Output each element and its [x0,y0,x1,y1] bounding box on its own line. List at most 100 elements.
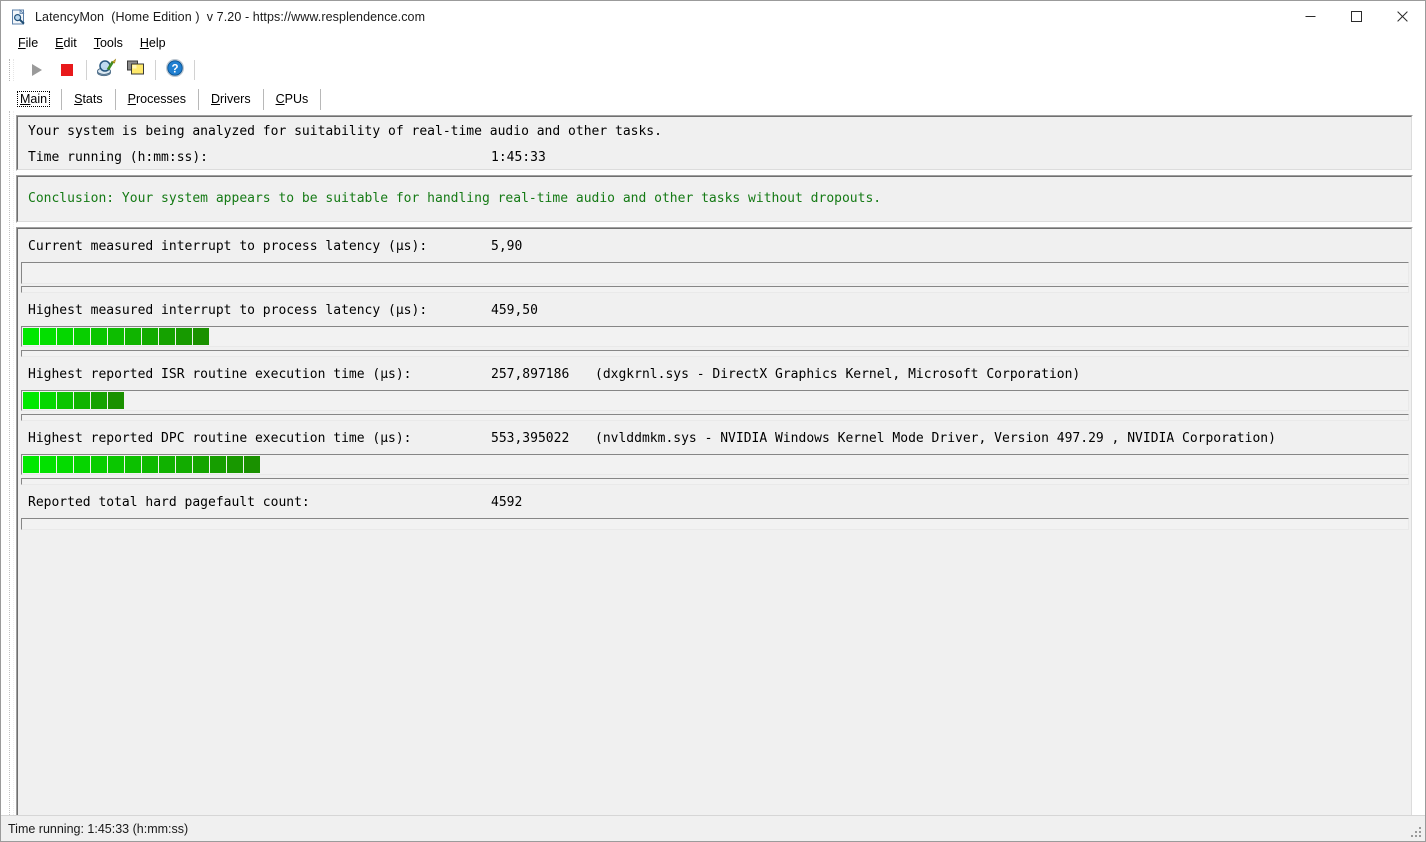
progress-segment [40,456,56,473]
menu-rest-tools: ools [99,35,123,50]
metric-bar-fill-3 [23,456,260,473]
menu-item-tools[interactable]: Tools [88,35,132,51]
metric-label-2: Highest reported ISR routine execution t… [28,367,412,382]
progress-segment [57,392,73,409]
menu-rest-edit: dit [63,35,77,50]
tab-rest-main: ain [30,92,48,106]
analysis-text: Your system is being analyzed for suitab… [28,124,662,139]
menu-accel-help: H [139,35,149,50]
progress-segment [40,328,56,345]
copy-windows-icon [126,58,146,81]
menu-accel-edit: E [55,35,64,50]
metric-detail-2: (dxgkrnl.sys - DirectX Graphics Kernel, … [595,367,1081,382]
metric-bar-fill-1 [23,328,209,345]
tab-cpus[interactable]: CPUs [263,89,322,111]
progress-segment [74,328,90,345]
progress-segment [74,392,90,409]
metric-label-3: Highest reported DPC routine execution t… [28,431,412,446]
content-left-grip [9,111,14,815]
tab-accel-cpus: C [275,92,285,106]
progress-segment [193,456,209,473]
toolbar: ? [1,54,1425,85]
progress-segment [23,328,39,345]
report-button[interactable] [91,57,121,83]
metric-value-2: 257,897186 [491,367,570,382]
metric-bar-2-underline [21,414,1409,421]
window-title: LatencyMon (Home Edition ) v 7.20 - http… [35,9,426,24]
metric-bar-3-underline [21,478,1409,485]
status-bar: Time running: 1:45:33 (h:mm:ss) [1,815,1425,841]
progress-segment [176,328,192,345]
menu-accel-file: F [18,35,26,50]
progress-segment [125,328,141,345]
title-bar: LatencyMon (Home Edition ) v 7.20 - http… [1,1,1425,32]
progress-segment [210,456,226,473]
metric-detail-3: (nvlddmkm.sys - NVIDIA Windows Kernel Mo… [595,431,1276,446]
progress-segment [108,328,124,345]
latencymon-window: LatencyMon (Home Edition ) v 7.20 - http… [0,0,1426,842]
maximize-button[interactable] [1333,1,1379,32]
help-button[interactable]: ? [160,57,190,83]
latencymon-app-icon [11,8,27,25]
progress-segment [40,392,56,409]
minimize-button[interactable] [1287,1,1333,32]
conclusion-panel: Conclusion: Your system appears to be su… [16,175,1413,223]
progress-segment [57,328,73,345]
close-button[interactable] [1379,1,1425,32]
metric-value-0: 5,90 [491,239,523,254]
metric-bar-0 [21,262,1409,284]
tab-stats[interactable]: Stats [62,89,116,111]
tab-bar: Main Stats Processes Drivers CPUs [1,85,1425,111]
progress-segment [244,456,260,473]
progress-segment [142,328,158,345]
progress-segment [159,328,175,345]
toolbar-grip[interactable] [9,58,14,81]
menu-item-help[interactable]: Help [134,35,175,51]
window-controls [1287,1,1425,32]
menu-item-file[interactable]: File [12,35,47,51]
tab-drivers[interactable]: Drivers [198,89,264,111]
metric-bar-0-underline [21,286,1409,293]
progress-segment [91,456,107,473]
menu-rest-file: ile [25,35,39,50]
menu-item-edit[interactable]: Edit [49,35,86,51]
metric-bar-fill-0 [23,264,25,282]
stop-icon [61,63,73,76]
progress-segment [108,392,124,409]
toolbar-separator-1 [86,59,87,80]
help-question-icon: ? [165,58,185,81]
progress-segment [57,456,73,473]
tab-rest-processes: rocesses [135,92,186,106]
progress-segment [23,456,39,473]
svg-text:?: ? [171,63,178,75]
tab-rest-drivers: rivers [220,92,251,106]
metric-label-4: Reported total hard pagefault count: [28,495,310,510]
tab-accel-drivers: D [210,92,221,106]
progress-segment [227,456,243,473]
metric-bar-4 [21,518,1409,530]
conclusion-text: Conclusion: Your system appears to be su… [28,191,882,206]
copy-windows-button[interactable] [121,57,151,83]
metric-bar-1 [21,326,1409,347]
menu-rest-help: elp [148,35,166,50]
play-icon [32,63,42,76]
tab-rest-stats: tats [82,92,103,106]
analysis-panel: Your system is being analyzed for suitab… [16,115,1413,171]
progress-segment [23,392,39,409]
main-tab-content: Your system is being analyzed for suitab… [1,111,1425,815]
start-monitoring-button[interactable] [22,57,52,83]
menu-bar: File Edit Tools Help [1,32,1425,54]
tab-processes[interactable]: Processes [115,89,199,111]
progress-segment [176,456,192,473]
progress-segment [91,392,107,409]
metrics-panel: Current measured interrupt to process la… [16,227,1413,815]
stop-monitoring-button[interactable] [52,57,82,83]
metric-value-1: 459,50 [491,303,538,318]
report-magnifier-icon [96,58,117,82]
resize-grip-icon[interactable] [1409,825,1423,839]
tab-main[interactable]: Main [6,89,63,111]
progress-segment [74,456,90,473]
metric-bar-3 [21,454,1409,475]
metric-bar-2 [21,390,1409,411]
time-running-label: Time running (h:mm:ss): [28,150,209,165]
